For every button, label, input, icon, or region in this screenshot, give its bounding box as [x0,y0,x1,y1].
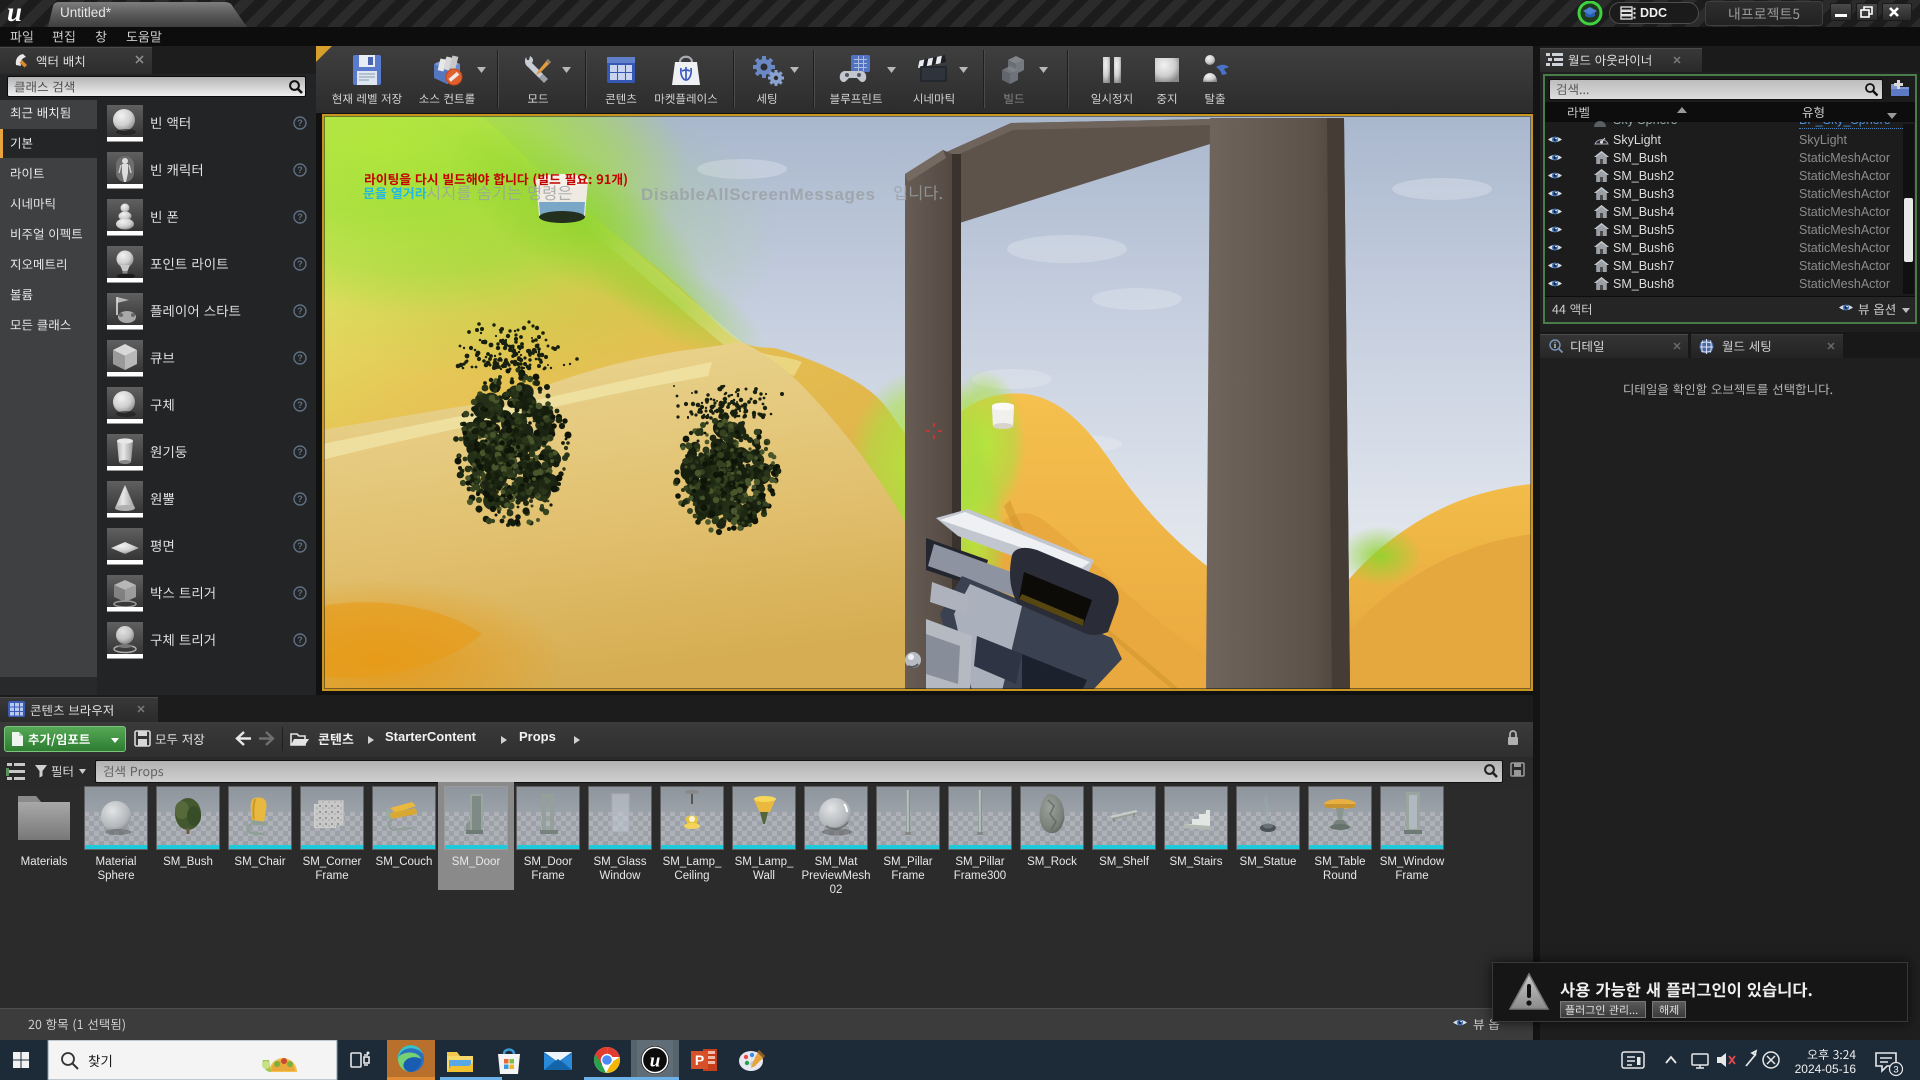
svg-text:P: P [695,1052,704,1068]
svg-text:3: 3 [1893,1065,1898,1076]
svg-text:u: u [650,1051,661,1072]
